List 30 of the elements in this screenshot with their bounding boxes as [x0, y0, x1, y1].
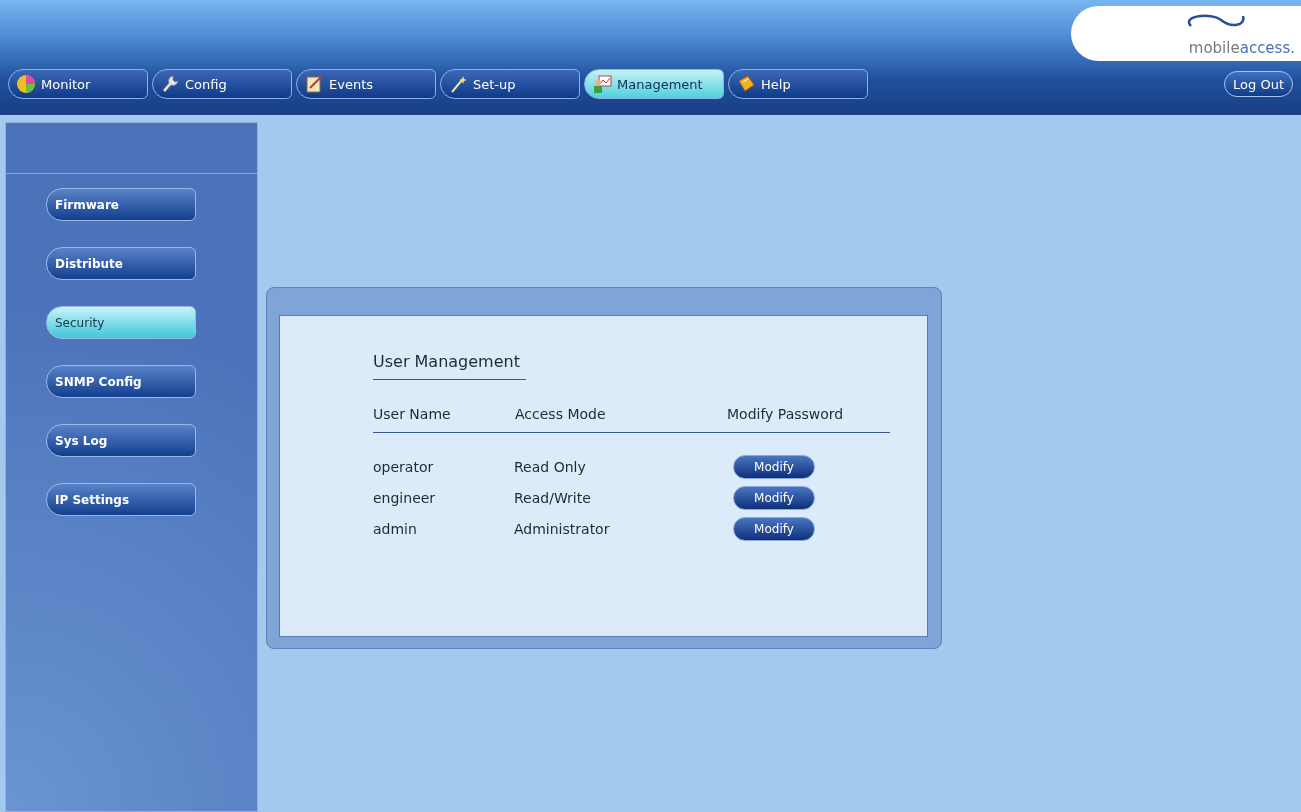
logo: mobileaccess.: [1071, 6, 1301, 61]
sidebar-item[interactable]: Distribute: [46, 247, 196, 280]
column-header: User Name: [373, 406, 452, 422]
nav-tab[interactable]: Set-up: [440, 69, 580, 99]
pie-chart-icon: [15, 73, 37, 95]
panel-title: User Management: [373, 352, 526, 380]
sidebar-item[interactable]: Sys Log: [46, 424, 196, 457]
nav-tab[interactable]: Monitor: [8, 69, 148, 99]
table-cell-text: admin: [373, 521, 418, 537]
table-cell-text: Administrator: [514, 521, 611, 537]
modify-button[interactable]: Modify: [733, 486, 815, 510]
sidebar-item[interactable]: Security: [46, 306, 196, 339]
nav-tab[interactable]: Help: [728, 69, 868, 99]
table-cell-text: Read/Write: [514, 490, 592, 506]
column-header: Modify Password: [727, 406, 845, 422]
nav-tab[interactable]: Management: [584, 69, 724, 99]
nav-tab[interactable]: Config: [152, 69, 292, 99]
sidebar-item[interactable]: Firmware: [46, 188, 196, 221]
sidebar-item[interactable]: IP Settings: [46, 483, 196, 516]
table-cell-text: Read Only: [514, 459, 587, 475]
table-cell-text: engineer: [373, 490, 437, 506]
modify-button[interactable]: Modify: [733, 517, 815, 541]
table-cell-text: operator: [373, 459, 435, 475]
notepad-icon: [303, 73, 325, 95]
column-header: Access Mode: [515, 406, 607, 422]
person-chart-icon: [591, 73, 613, 95]
nav-tab[interactable]: Events: [296, 69, 436, 99]
modify-button[interactable]: Modify: [733, 455, 815, 479]
log-out-button[interactable]: Log Out: [1224, 71, 1293, 97]
sidebar-item[interactable]: SNMP Config: [46, 365, 196, 398]
